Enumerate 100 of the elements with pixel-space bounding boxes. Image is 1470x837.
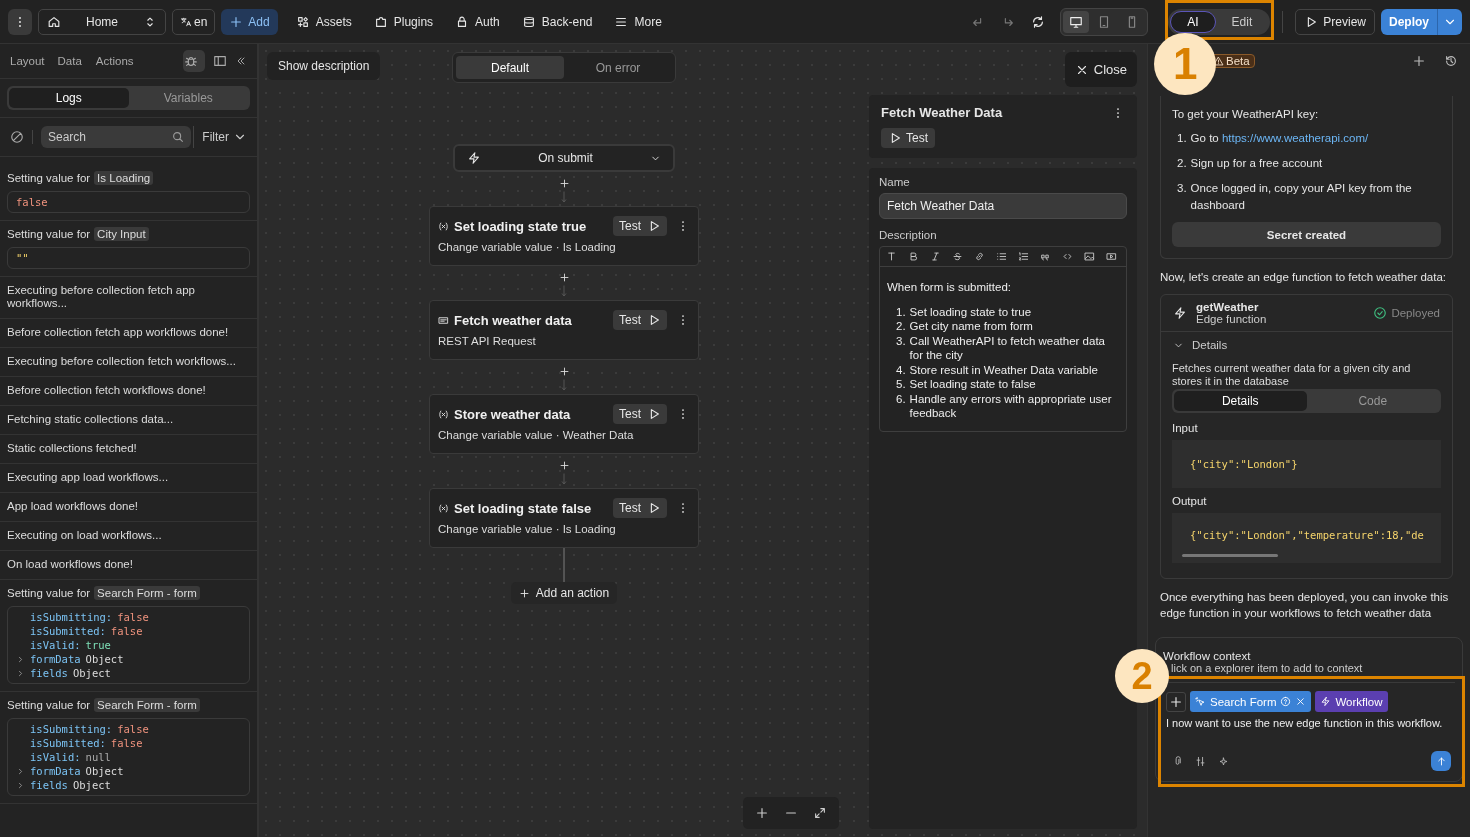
test-button[interactable]: Test: [613, 404, 667, 424]
numbered-list-icon[interactable]: [1018, 251, 1029, 262]
panel-tab[interactable]: Data: [57, 55, 82, 67]
video-icon[interactable]: [1106, 251, 1117, 262]
search-field[interactable]: Search: [41, 126, 192, 148]
fit-view-icon[interactable]: [813, 806, 827, 820]
page-selector[interactable]: Home: [38, 8, 166, 35]
code-key: formData: [30, 652, 81, 666]
nav-button[interactable]: Assets: [289, 8, 358, 35]
test-button[interactable]: Test: [881, 128, 935, 148]
segment-tab[interactable]: Variables: [128, 88, 248, 108]
add-button[interactable]: Add: [221, 8, 278, 35]
action-card[interactable]: Fetch weather data Test REST API Request: [429, 300, 699, 360]
bullet-list-icon[interactable]: [996, 251, 1007, 262]
insert-step-icon[interactable]: [558, 178, 570, 189]
scrollbar-thumb[interactable]: [1182, 554, 1278, 557]
history-icon[interactable]: [1444, 54, 1458, 68]
context-hint: lick on a explorer item to add to context: [1170, 662, 1364, 674]
segment-tab[interactable]: Default: [456, 56, 564, 79]
context-chip[interactable]: Workflow: [1315, 691, 1388, 712]
nav-button[interactable]: Back-end: [515, 8, 599, 35]
remove-icon[interactable]: [1295, 696, 1307, 707]
sparkle-icon[interactable]: [1218, 755, 1229, 767]
desktop-button[interactable]: [1063, 10, 1090, 33]
warning-icon: [1213, 55, 1224, 67]
zoom-in-icon[interactable]: [755, 806, 769, 820]
link[interactable]: https://www.weatherapi.com/: [1221, 132, 1369, 144]
quote-icon[interactable]: [1040, 251, 1051, 262]
nav-button[interactable]: Auth: [449, 8, 506, 35]
plus-icon[interactable]: [1412, 54, 1426, 68]
action-card[interactable]: Store weather data Test Change variable value · Weather Data: [429, 394, 699, 454]
secret-created-button[interactable]: Secret created: [1172, 222, 1441, 247]
log-message: Executing app load workflows...: [7, 470, 170, 485]
insert-step-icon[interactable]: [558, 366, 570, 377]
description-editor[interactable]: [879, 246, 1127, 432]
language-button[interactable]: en: [172, 8, 216, 35]
action-subtitle: REST API Request: [438, 335, 537, 347]
send-button[interactable]: [1431, 751, 1451, 771]
filter-button[interactable]: Filter: [193, 126, 247, 148]
status-label: Deployed: [1373, 306, 1440, 320]
plus-icon: [518, 587, 530, 599]
strikethrough-icon[interactable]: [952, 251, 963, 262]
italic-icon[interactable]: [930, 251, 941, 262]
mode-tab[interactable]: Edit: [1215, 10, 1269, 33]
connector-line: [562, 548, 566, 582]
segment-tab[interactable]: Details: [1174, 391, 1307, 411]
bold-icon[interactable]: [908, 251, 919, 262]
list-item: Handle any errors with appropriate user feedback: [909, 391, 1113, 421]
nav-button[interactable]: More: [608, 8, 668, 35]
show-description-button[interactable]: Show description: [267, 52, 381, 80]
clear-icon[interactable]: [10, 130, 33, 144]
sliders-icon[interactable]: [1195, 755, 1206, 767]
paperclip-icon[interactable]: [1172, 755, 1183, 767]
segment-tab[interactable]: On error: [564, 56, 672, 79]
context-chip[interactable]: Search Form: [1190, 691, 1312, 712]
code-key: fields: [30, 666, 68, 680]
add-context-button[interactable]: [1166, 691, 1186, 712]
message-text: To get your WeatherAPI key:: [1172, 107, 1320, 122]
details-toggle[interactable]: Details: [1161, 332, 1240, 358]
text-icon[interactable]: [886, 251, 897, 262]
insert-step-icon[interactable]: [558, 272, 570, 283]
api-icon: [438, 314, 449, 326]
panel-tab[interactable]: Actions: [95, 55, 134, 67]
list-number: 3.: [896, 333, 906, 349]
message-composer[interactable]: Search Form Workflow I now want to use the new edge function in this workflow.: [1163, 682, 1455, 777]
preview-button[interactable]: Preview: [1295, 8, 1375, 35]
variable-icon: [438, 220, 449, 232]
panel-icon[interactable]: [213, 54, 227, 68]
cursor-icon: [1195, 696, 1206, 707]
action-card[interactable]: Set loading state true Test Change variable value · Is Loading: [429, 206, 699, 266]
segment-tab[interactable]: Code: [1306, 391, 1439, 411]
nav-button[interactable]: Plugins: [367, 8, 440, 35]
test-button[interactable]: Test: [613, 216, 667, 236]
code-key: fields: [30, 778, 68, 792]
database-icon: [521, 14, 536, 29]
collapse-icon[interactable]: [235, 55, 247, 67]
insert-step-icon[interactable]: [558, 460, 570, 471]
list-number: 5.: [896, 377, 906, 392]
variable-tag: Is Loading: [94, 171, 154, 185]
variable-tag: Search Form - form: [94, 586, 200, 600]
action-card[interactable]: Set loading state false Test Change variable value · Is Loading: [429, 488, 699, 548]
trigger-select[interactable]: On submit: [453, 144, 675, 172]
link-icon[interactable]: [974, 251, 985, 262]
segment-tab[interactable]: Logs: [9, 88, 129, 108]
list-number: 1.: [1177, 131, 1187, 146]
add-action-button[interactable]: Add an action: [510, 582, 618, 604]
field-label: Description: [879, 229, 938, 241]
message-field[interactable]: I now want to use the new edge function in this workflow.: [1166, 712, 1451, 751]
image-icon[interactable]: [1084, 251, 1095, 262]
panel-tab[interactable]: Layout: [10, 55, 45, 67]
code-icon[interactable]: [1062, 251, 1073, 262]
test-button[interactable]: Test: [613, 310, 667, 330]
code-value: false: [117, 610, 149, 624]
debug-button[interactable]: [183, 50, 205, 72]
close-button[interactable]: Close: [1064, 52, 1137, 87]
list-item: Set loading state to false: [909, 377, 1036, 392]
test-button[interactable]: Test: [613, 498, 667, 518]
mode-tab[interactable]: AI: [1170, 10, 1216, 33]
name-field[interactable]: Fetch Weather Data: [879, 193, 1127, 219]
refresh-icon[interactable]: [1031, 14, 1046, 29]
